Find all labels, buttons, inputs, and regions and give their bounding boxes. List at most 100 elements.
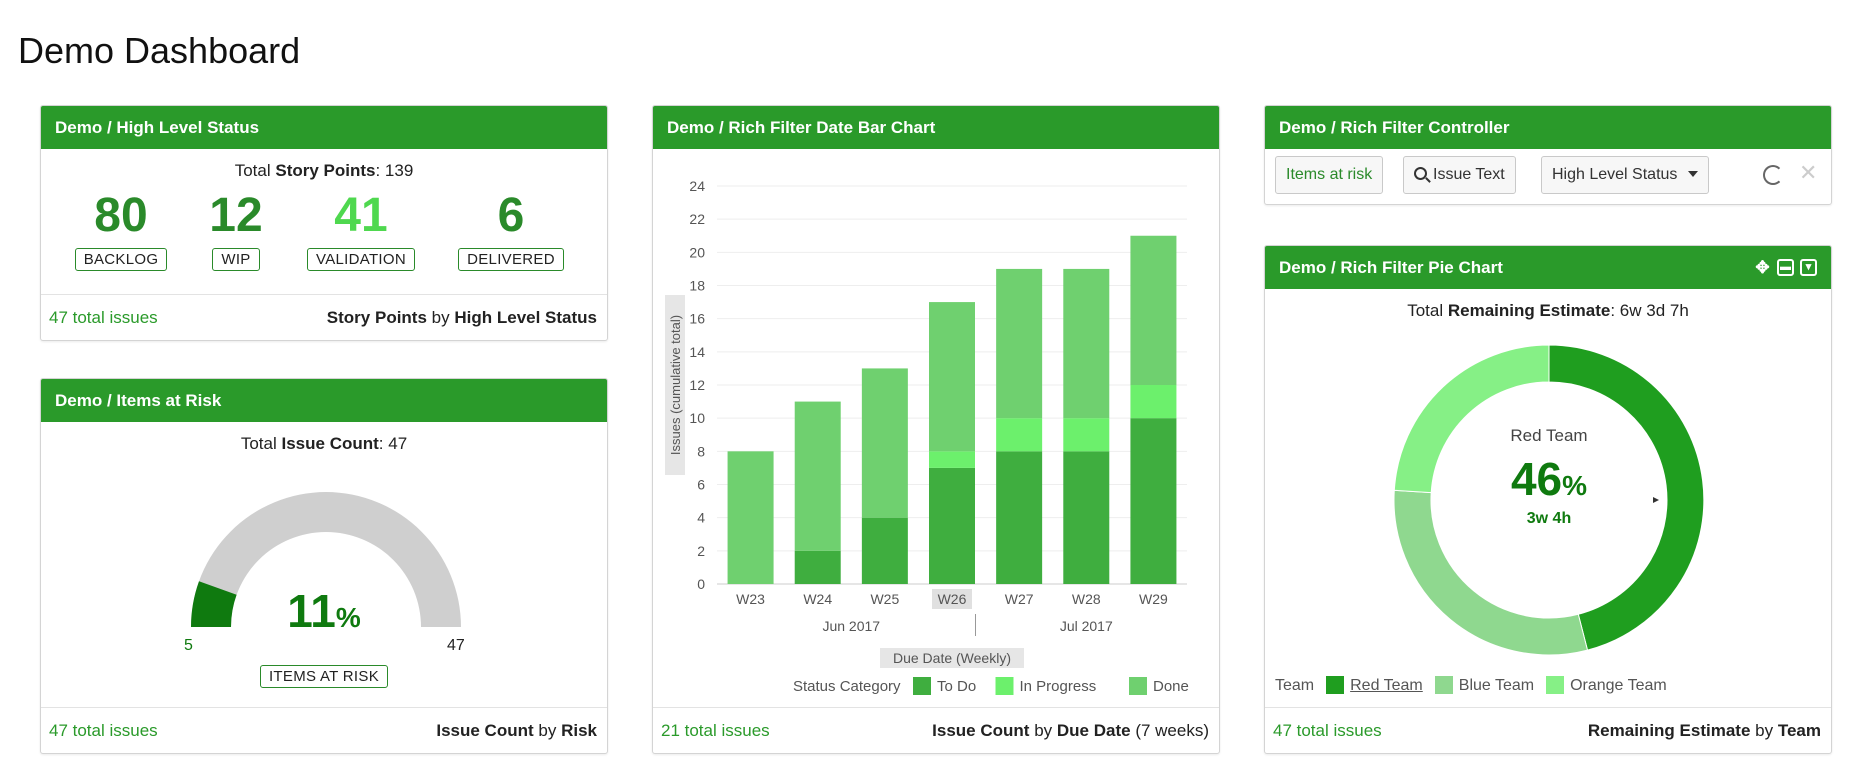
kpi-value: 41 — [334, 189, 388, 242]
kpi-value: 80 — [94, 189, 148, 242]
total-summary: Total Story Points: 139 — [234, 161, 414, 180]
high-level-status-gadget: Demo / High Level Status Total Story Poi… — [40, 105, 608, 341]
gadget-header[interactable]: Demo / Rich Filter Date Bar Chart — [653, 106, 1219, 149]
bar-segment-to-do[interactable] — [929, 467, 975, 584]
bar-segment-in-progress[interactable] — [1130, 385, 1177, 419]
kpi-wip[interactable]: 12 WIP — [191, 190, 281, 271]
kpi-validation[interactable]: 41 VALIDATION — [296, 190, 426, 271]
gadget-header[interactable]: Demo / High Level Status — [41, 106, 607, 149]
x-tick-label: W29 — [1139, 591, 1168, 607]
kpi-label: VALIDATION — [307, 248, 415, 271]
y-tick-label: 12 — [689, 377, 705, 393]
bar-segment-to-do[interactable] — [794, 550, 841, 584]
items-at-risk-filter-button[interactable]: Items at risk — [1275, 156, 1384, 194]
svg-text:To Do: To Do — [937, 678, 976, 695]
y-axis-label: Issues (cumulative total) — [665, 295, 685, 475]
maximize-icon[interactable]: ▬ — [1777, 259, 1794, 276]
kpi-label: BACKLOG — [74, 248, 168, 271]
month-label: Jun 2017 — [822, 618, 880, 634]
y-tick-label: 6 — [697, 477, 705, 493]
x-tick-label: W24 — [803, 591, 832, 607]
kpi-value: 6 — [497, 189, 525, 242]
items-at-risk-gadget: Demo / Items at Risk Total Issue Count: … — [40, 378, 608, 754]
y-tick-label: 22 — [689, 211, 705, 227]
gadget-header[interactable]: Demo / Rich Filter Pie Chart ✥ ▬ ▾ — [1265, 246, 1831, 289]
gadget-footer: 21 total issues Issue Count by Due Date … — [653, 707, 1219, 753]
refresh-icon[interactable] — [1763, 165, 1783, 185]
x-tick-label: W27 — [1005, 591, 1034, 607]
bar-segment-done[interactable] — [929, 302, 975, 452]
gadget-header[interactable]: Demo / Items at Risk — [41, 379, 607, 422]
donut-center-pct: 46% — [1510, 453, 1588, 505]
bar-segment-in-progress[interactable] — [996, 418, 1043, 452]
high-level-status-dropdown[interactable]: High Level Status — [1541, 156, 1709, 194]
legend-item-to-do[interactable]: To Do — [913, 677, 976, 695]
minimize-icon[interactable]: ▾ — [1800, 259, 1817, 276]
gadget-title: Demo / Rich Filter Pie Chart — [1279, 258, 1503, 277]
legend-item-orange-team[interactable]: Orange Team — [1546, 676, 1667, 695]
total-issues-link[interactable]: 47 total issues — [49, 308, 158, 328]
legend-title: Status Category — [793, 678, 901, 695]
x-axis-label: Due Date (Weekly) — [880, 648, 1024, 668]
y-tick-label: 10 — [689, 410, 705, 426]
bar-segment-done[interactable] — [1063, 268, 1110, 419]
total-summary: Total Remaining Estimate: 6w 3d 7h — [1407, 301, 1689, 320]
y-tick-label: 2 — [697, 543, 705, 559]
total-issues-link[interactable]: 47 total issues — [49, 721, 158, 741]
clear-icon[interactable]: ✕ — [1799, 160, 1817, 186]
move-icon[interactable]: ✥ — [1754, 259, 1771, 276]
kpi-backlog[interactable]: 80 BACKLOG — [61, 190, 181, 271]
legend-item-red-team[interactable]: Red Team — [1326, 676, 1423, 695]
bar-segment-done[interactable] — [727, 451, 774, 584]
y-tick-label: 24 — [689, 178, 705, 194]
bar-segment-done[interactable] — [861, 368, 908, 518]
bar-segment-to-do[interactable] — [1063, 451, 1110, 584]
donut-center-time: 3w 4h — [1526, 510, 1572, 527]
donut-center-team: Red Team — [1510, 426, 1588, 445]
bar-chart[interactable]: 024681012141618202224Issues (cumulative … — [653, 149, 1219, 709]
y-tick-label: 20 — [689, 244, 705, 260]
date-bar-chart-gadget: Demo / Rich Filter Date Bar Chart 024681… — [652, 105, 1220, 754]
gadget-footer: 47 total issues Story Points by High Lev… — [41, 294, 607, 340]
kpi-label: WIP — [212, 248, 260, 271]
gadget-footer: 47 total issues Remaining Estimate by Te… — [1265, 707, 1831, 753]
search-button-label: Issue Text — [1433, 166, 1505, 183]
gadget-header[interactable]: Demo / Rich Filter Controller — [1265, 106, 1831, 149]
bar-segment-to-do[interactable] — [996, 451, 1043, 584]
items-at-risk-badge[interactable]: ITEMS AT RISK — [41, 665, 607, 688]
y-tick-label: 14 — [689, 344, 705, 360]
gadget-toolbar: ✥ ▬ ▾ — [1754, 246, 1817, 289]
donut-center: Red Team 46% 3w 4h — [1389, 426, 1709, 528]
svg-text:Issues (cumulative total): Issues (cumulative total) — [668, 315, 683, 455]
bar-segment-in-progress[interactable] — [929, 451, 975, 468]
bar-segment-in-progress[interactable] — [1063, 418, 1110, 452]
y-tick-label: 4 — [697, 510, 705, 526]
dropdown-label: High Level Status — [1552, 166, 1678, 183]
bar-segment-done[interactable] — [996, 268, 1043, 419]
legend-item-in-progress[interactable]: In Progress — [995, 677, 1097, 695]
kpi-value: 12 — [209, 189, 263, 242]
gadget-footer: 47 total issues Issue Count by Risk — [41, 707, 607, 753]
svg-text:In Progress: In Progress — [1020, 678, 1097, 695]
search-icon — [1414, 167, 1431, 183]
month-label: Jul 2017 — [1060, 618, 1113, 634]
footer-caption: Story Points by High Level Status — [326, 307, 597, 327]
y-tick-label: 8 — [697, 443, 705, 459]
y-tick-label: 0 — [697, 576, 705, 592]
caret-down-icon — [1687, 171, 1698, 177]
gauge-max-label: 47 — [447, 637, 465, 654]
x-tick-label: W26 — [938, 591, 967, 607]
bar-legend: Status Category To Do In Progress Done — [793, 677, 1189, 695]
bar-segment-done[interactable] — [794, 401, 841, 551]
bar-segment-to-do[interactable] — [861, 517, 908, 584]
page-title: Demo Dashboard — [18, 30, 301, 71]
issue-text-search-button[interactable]: Issue Text — [1403, 156, 1516, 194]
pie-legend: Team Red Team Blue Team Orange Team — [1275, 676, 1667, 695]
legend-item-done[interactable]: Done — [1129, 677, 1189, 695]
total-issues-link[interactable]: 21 total issues — [661, 721, 770, 741]
bar-segment-done[interactable] — [1130, 235, 1177, 385]
kpi-delivered[interactable]: 6 DELIVERED — [441, 190, 581, 271]
bar-segment-to-do[interactable] — [1130, 418, 1177, 584]
legend-item-blue-team[interactable]: Blue Team — [1434, 676, 1534, 695]
total-issues-link[interactable]: 47 total issues — [1273, 721, 1382, 741]
